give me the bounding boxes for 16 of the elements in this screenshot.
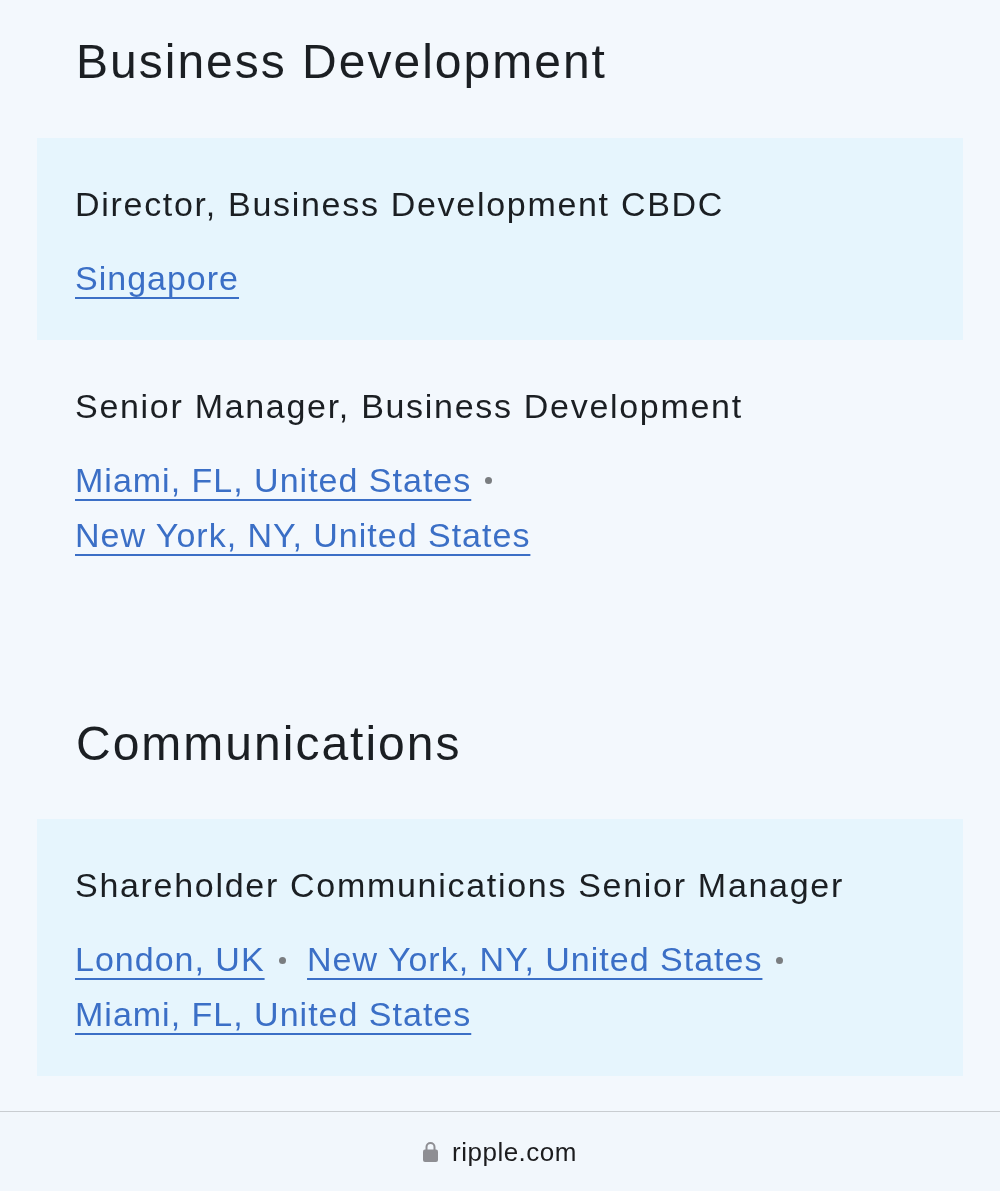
job-title[interactable]: Shareholder Communications Senior Manager — [75, 863, 844, 908]
location-link[interactable]: New York, NY, United States — [307, 940, 763, 979]
section-heading: Communications — [76, 715, 463, 772]
job-title[interactable]: Senior Manager, Business Development — [75, 383, 743, 428]
section-heading: Business Development — [76, 34, 608, 90]
url-text: ripple.com — [452, 1138, 577, 1165]
location-link[interactable]: New York, NY, United States — [75, 515, 531, 554]
job-title[interactable]: Director, Business Development CBDC — [75, 181, 725, 226]
location-link[interactable]: London, UK — [75, 940, 265, 979]
location-link[interactable]: Miami, FL, United States — [75, 995, 472, 1034]
location-link[interactable]: Singapore — [75, 258, 239, 297]
separator-dot-icon — [485, 477, 493, 485]
separator-dot-icon — [278, 956, 286, 964]
separator-dot-icon — [776, 956, 784, 964]
location-link[interactable]: Miami, FL, United States — [75, 460, 472, 499]
lock-icon — [423, 1141, 439, 1162]
